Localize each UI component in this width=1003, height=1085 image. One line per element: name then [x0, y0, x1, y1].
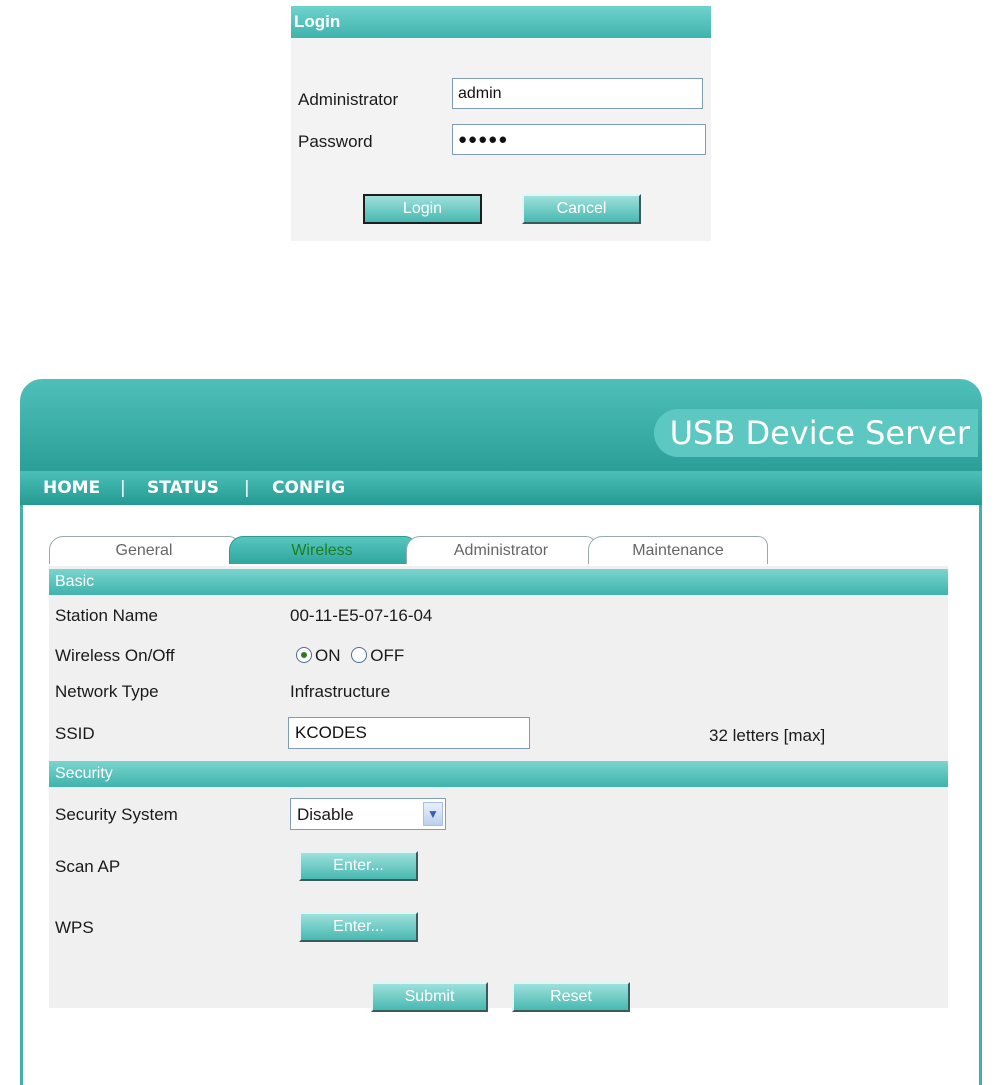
password-input[interactable]: ●●●●● — [452, 124, 706, 155]
cancel-button[interactable]: Cancel — [522, 194, 641, 224]
ssid-input[interactable] — [288, 717, 530, 749]
submit-button[interactable]: Submit — [371, 982, 488, 1012]
tab-maintenance[interactable]: Maintenance — [588, 536, 768, 564]
reset-button[interactable]: Reset — [512, 982, 630, 1012]
network-type-label: Network Type — [55, 682, 159, 701]
security-system-value: Disable — [297, 805, 354, 824]
section-security-header: Security — [49, 761, 948, 787]
security-system-select[interactable]: Disable ▼ — [290, 798, 446, 830]
password-label: Password — [298, 132, 373, 151]
administrator-label: Administrator — [298, 90, 399, 109]
wps-button[interactable]: Enter... — [299, 912, 418, 942]
wireless-onoff-label: Wireless On/Off — [55, 646, 175, 665]
brand-title: USB Device Server — [653, 409, 978, 457]
scan-ap-button[interactable]: Enter... — [299, 851, 418, 881]
tab-administrator[interactable]: Administrator — [406, 536, 596, 564]
tab-wireless[interactable]: Wireless — [229, 536, 415, 564]
wireless-on-radio[interactable] — [296, 647, 312, 663]
chevron-down-icon[interactable]: ▼ — [423, 802, 443, 826]
wireless-off-radio[interactable] — [351, 647, 368, 663]
main-nav: HOME | STATUS | CONFIG — [20, 471, 982, 505]
wireless-radio-group: ON OFF — [296, 646, 404, 666]
station-name-label: Station Name — [55, 606, 158, 625]
nav-config[interactable]: CONFIG — [272, 471, 345, 505]
tab-general[interactable]: General — [49, 536, 239, 564]
administrator-input[interactable] — [452, 78, 703, 109]
header-banner: USB Device Server — [20, 379, 982, 471]
login-button[interactable]: Login — [363, 194, 482, 224]
nav-status[interactable]: STATUS — [147, 471, 219, 505]
wireless-form — [49, 566, 948, 1008]
wireless-off-label: OFF — [370, 646, 405, 665]
login-dialog: Login Administrator Password ●●●●● Login… — [291, 6, 711, 241]
section-basic-header: Basic — [49, 569, 948, 595]
nav-separator: | — [120, 478, 126, 498]
ssid-label: SSID — [55, 724, 95, 743]
nav-home[interactable]: HOME — [43, 471, 100, 505]
station-name-value: 00-11-E5-07-16-04 — [290, 606, 433, 625]
wireless-on-label: ON — [315, 646, 341, 665]
security-system-label: Security System — [55, 805, 178, 824]
network-type-value: Infrastructure — [290, 682, 391, 701]
ssid-hint: 32 letters [max] — [709, 726, 826, 745]
nav-separator: | — [244, 478, 250, 498]
wps-label: WPS — [55, 918, 94, 937]
login-title: Login — [291, 6, 711, 38]
scan-ap-label: Scan AP — [55, 857, 121, 876]
